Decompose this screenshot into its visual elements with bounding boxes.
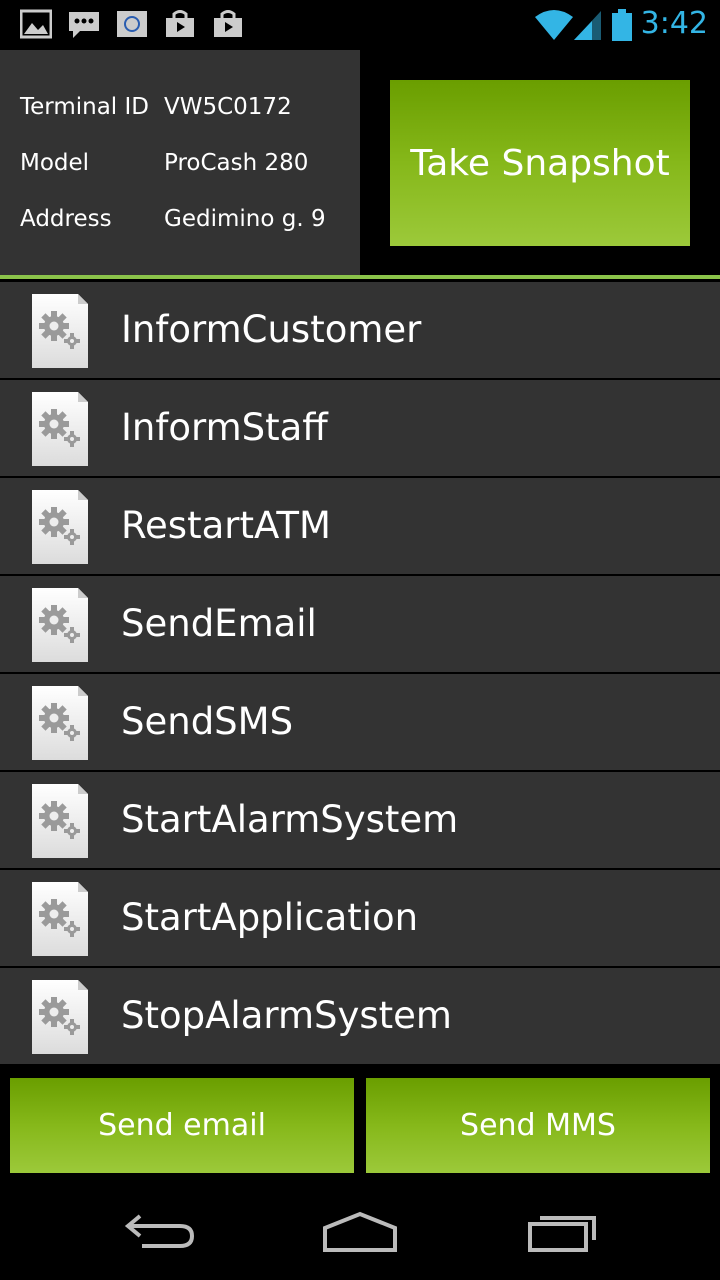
send-mms-button[interactable]: Send MMS — [366, 1078, 710, 1173]
command-item-informstaff[interactable]: InformStaff — [0, 380, 720, 476]
navigation-bar — [0, 1186, 720, 1280]
store-icon — [166, 10, 194, 37]
command-item-startalarmsystem[interactable]: StartAlarmSystem — [0, 772, 720, 868]
header-divider — [0, 275, 720, 279]
terminal-info-panel: Terminal ID VW5C0172 Model ProCash 280 A… — [0, 50, 360, 276]
command-item-startapplication[interactable]: StartApplication — [0, 870, 720, 966]
battery-icon — [612, 9, 632, 41]
settings-file-icon — [32, 784, 88, 858]
command-item-informcustomer[interactable]: InformCustomer — [0, 282, 720, 378]
command-item-sendsms[interactable]: SendSMS — [0, 674, 720, 770]
status-bar: 3:42 — [0, 0, 720, 50]
command-label: SendSMS — [121, 700, 294, 743]
home-icon[interactable] — [320, 1208, 400, 1252]
take-snapshot-button[interactable]: Take Snapshot — [390, 80, 690, 246]
command-label: StartApplication — [121, 896, 419, 939]
settings-file-icon — [32, 882, 88, 956]
signal-icon — [574, 11, 601, 40]
settings-file-icon — [32, 588, 88, 662]
settings-file-icon — [32, 294, 88, 368]
send-email-button[interactable]: Send email — [10, 1078, 354, 1173]
command-label: StopAlarmSystem — [121, 994, 452, 1037]
settings-file-icon — [32, 490, 88, 564]
gallery-icon — [20, 9, 52, 39]
model-label: Model — [20, 150, 90, 176]
command-item-sendemail[interactable]: SendEmail — [0, 576, 720, 672]
chat-icon — [69, 12, 99, 38]
app-icon — [117, 11, 147, 37]
command-label: SendEmail — [121, 602, 317, 645]
settings-file-icon — [32, 686, 88, 760]
command-label: RestartATM — [121, 504, 331, 547]
settings-file-icon — [32, 392, 88, 466]
store-icon — [214, 10, 242, 37]
command-label: StartAlarmSystem — [121, 798, 459, 841]
settings-file-icon — [32, 980, 88, 1054]
address-label: Address — [20, 206, 112, 232]
command-item-stopalarmsystem[interactable]: StopAlarmSystem — [0, 968, 720, 1064]
wifi-icon — [535, 10, 573, 40]
model-value: ProCash 280 — [164, 150, 309, 176]
command-label: InformCustomer — [121, 308, 422, 351]
status-time: 3:42 — [640, 6, 708, 41]
terminal-id-value: VW5C0172 — [164, 94, 292, 120]
command-label: InformStaff — [121, 406, 328, 449]
back-icon[interactable] — [122, 1208, 198, 1252]
action-bar: Send email Send MMS — [0, 1068, 720, 1186]
address-value: Gedimino g. 9 — [164, 206, 326, 232]
command-item-restartatm[interactable]: RestartATM — [0, 478, 720, 574]
command-list: InformCustomer InformStaff RestartATM Se… — [0, 282, 720, 1066]
recent-apps-icon[interactable] — [524, 1208, 600, 1252]
terminal-id-label: Terminal ID — [20, 94, 150, 120]
